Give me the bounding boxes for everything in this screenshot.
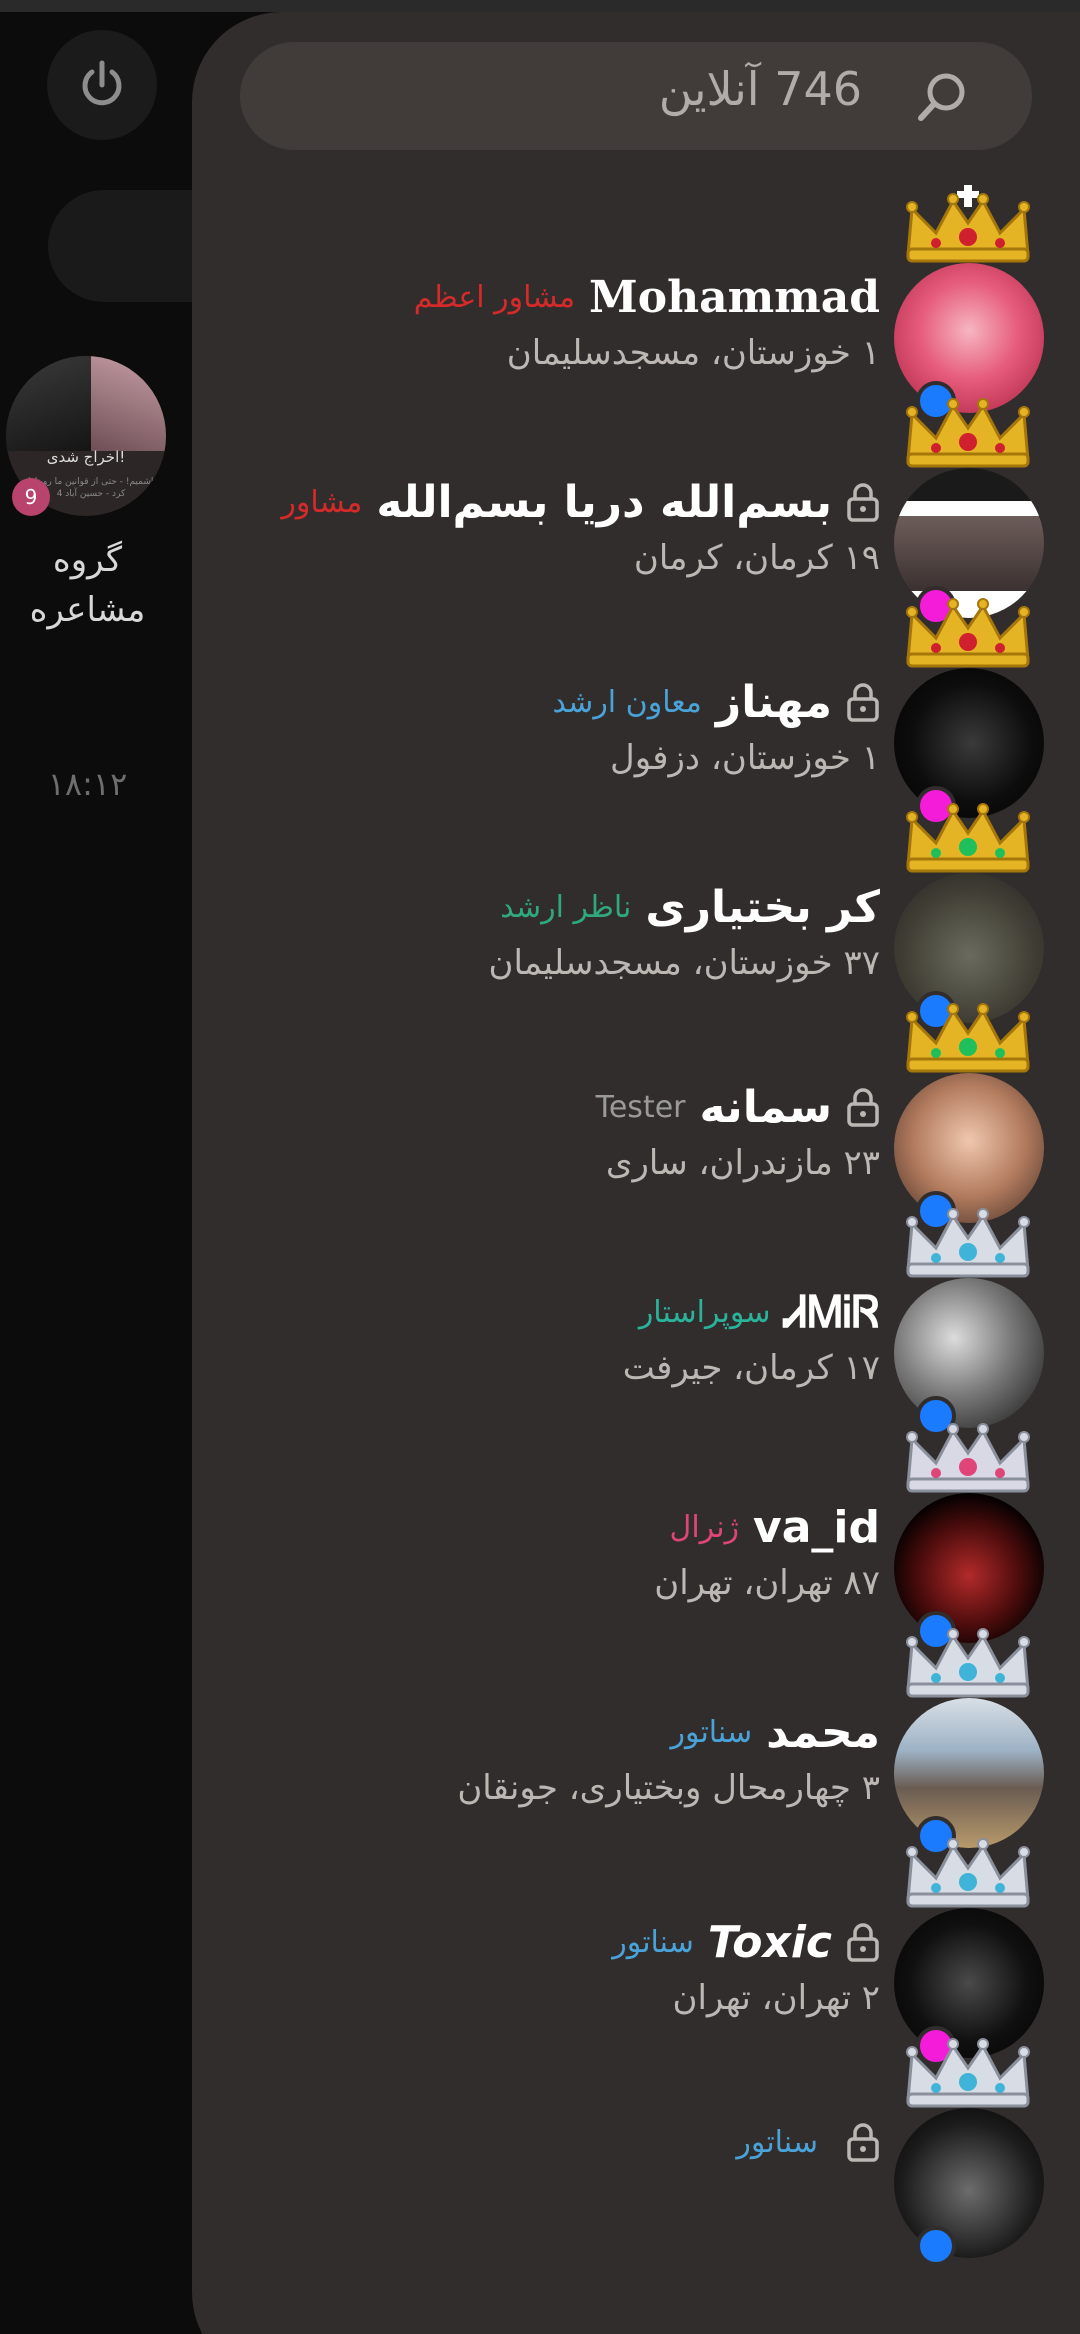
user-role: سناتور <box>612 1924 694 1960</box>
user-name: va_id <box>753 1501 880 1553</box>
user-location: ۳ چهارمحال وبختیاری، جونقان <box>457 1768 880 1808</box>
user-name: ᏗᎷᎥᏒ <box>784 1286 880 1338</box>
user-row[interactable]: va_id ژنرال ۸۷ تهران، تهران <box>192 1423 1080 1651</box>
search-icon[interactable] <box>916 70 970 124</box>
user-role: مشاور اعظم <box>413 279 576 315</box>
user-location: ۸۷ تهران، تهران <box>654 1563 880 1603</box>
crown-icon <box>898 1620 1038 1700</box>
user-location: ۲ تهران، تهران <box>672 1978 880 2018</box>
group-avatar-photo-left <box>6 356 91 451</box>
user-name-line: محمد سناتور <box>670 1702 880 1762</box>
user-name: Toxic <box>707 1916 832 1968</box>
user-location: ۱۷ کرمان، جیرفت <box>622 1348 880 1388</box>
lock-icon <box>846 482 880 522</box>
user-role: معاون ارشد <box>552 684 702 720</box>
crown-icon <box>898 1200 1038 1280</box>
user-row[interactable]: Toxic سناتور ۲ تهران، تهران <box>192 1838 1080 2066</box>
user-avatar[interactable] <box>894 1698 1044 1848</box>
user-row[interactable]: کر بختیاری ناظر ارشد ۳۷ خوزستان، مسجدسلیما… <box>192 803 1080 1031</box>
user-role: سناتور <box>736 2124 818 2160</box>
user-name-line: Mohammad مشاور اعظم <box>414 267 880 327</box>
group-avatar-photo-right <box>91 356 166 451</box>
user-name: Mohammad <box>589 271 880 323</box>
crown-icon <box>898 590 1038 670</box>
crown-icon <box>898 995 1038 1075</box>
user-name-line: ᏗᎷᎥᏒ سوپراستار <box>639 1282 880 1342</box>
user-name-line: Toxic سناتور <box>612 1912 880 1972</box>
lock-icon <box>846 1087 880 1127</box>
power-icon <box>82 60 122 106</box>
user-row[interactable]: ᏗᎷᎥᏒ سوپراستار ۱۷ کرمان، جیرفت <box>192 1208 1080 1436</box>
user-name: مهناز <box>715 676 832 728</box>
user-role: سناتور <box>670 1714 753 1750</box>
user-role: Tester <box>595 1089 686 1125</box>
user-avatar[interactable] <box>894 2108 1044 2258</box>
user-name-line: va_id ژنرال <box>670 1497 880 1557</box>
unread-badge: 9 <box>12 478 50 516</box>
user-name-line: سناتور <box>736 2112 880 2172</box>
group-name[interactable]: گروه مشاعره <box>0 535 175 635</box>
user-name: کر بختیاری <box>645 881 880 933</box>
user-name-line: بسم‌الله دریا بسم‌الله مشاور <box>281 472 880 532</box>
user-avatar[interactable] <box>894 1278 1044 1428</box>
user-row[interactable]: مهناز معاون ارشد ۱ خوزستان، دزفول <box>192 598 1080 826</box>
power-button[interactable] <box>47 30 157 140</box>
user-role: مشاور <box>281 484 363 520</box>
crown-icon <box>898 1415 1038 1495</box>
user-role: ناظر ارشد <box>500 889 632 925</box>
user-location: ۳۷ خوزستان، مسجدسلیمان <box>488 943 880 983</box>
user-location: ۱۹ کرمان، کرمان <box>633 538 880 578</box>
user-row[interactable]: سناتور <box>192 2038 1080 2266</box>
lock-icon <box>846 2122 880 2162</box>
user-name-line: مهناز معاون ارشد <box>552 672 880 732</box>
group-kicked-label: اخراج شدی! <box>46 448 126 466</box>
user-row[interactable]: محمد سناتور ۳ چهارمحال وبختیاری، جونقان <box>192 1628 1080 1856</box>
crown-icon <box>898 2030 1038 2110</box>
user-location: ۱ خوزستان، مسجدسلیمان <box>506 333 880 373</box>
user-name-line: کر بختیاری ناظر ارشد <box>500 877 880 937</box>
user-row[interactable]: سمانه Tester ۲۳ مازندران، ساری <box>192 1003 1080 1231</box>
status-bar-strip <box>0 0 1080 12</box>
group-time: ۱۸:۱۲ <box>47 765 128 803</box>
user-role: سوپراستار <box>638 1294 771 1330</box>
crown-icon <box>898 795 1038 875</box>
crown-icon <box>898 390 1038 470</box>
user-role: ژنرال <box>669 1509 740 1545</box>
user-name: بسم‌الله دریا بسم‌الله <box>376 476 832 528</box>
user-name-line: سمانه Tester <box>596 1077 880 1137</box>
user-row[interactable]: Mohammad مشاور اعظم ۱ خوزستان، مسجدسلیمان <box>192 185 1080 421</box>
online-status-dot <box>916 2226 956 2266</box>
crown-icon <box>898 185 1038 265</box>
user-row[interactable]: بسم‌الله دریا بسم‌الله مشاور ۱۹ کرمان، کرم… <box>192 398 1080 626</box>
crown-icon <box>898 1830 1038 1910</box>
user-location: ۱ خوزستان، دزفول <box>609 738 880 778</box>
lock-icon <box>846 682 880 722</box>
user-name: سمانه <box>699 1081 833 1133</box>
online-count-label: 746 آنلاین <box>658 62 862 116</box>
lock-icon <box>846 1922 880 1962</box>
user-location: ۲۳ مازندران، ساری <box>605 1143 880 1183</box>
user-name: محمد <box>766 1706 880 1758</box>
search-bar[interactable]: 746 آنلاین <box>240 42 1032 150</box>
